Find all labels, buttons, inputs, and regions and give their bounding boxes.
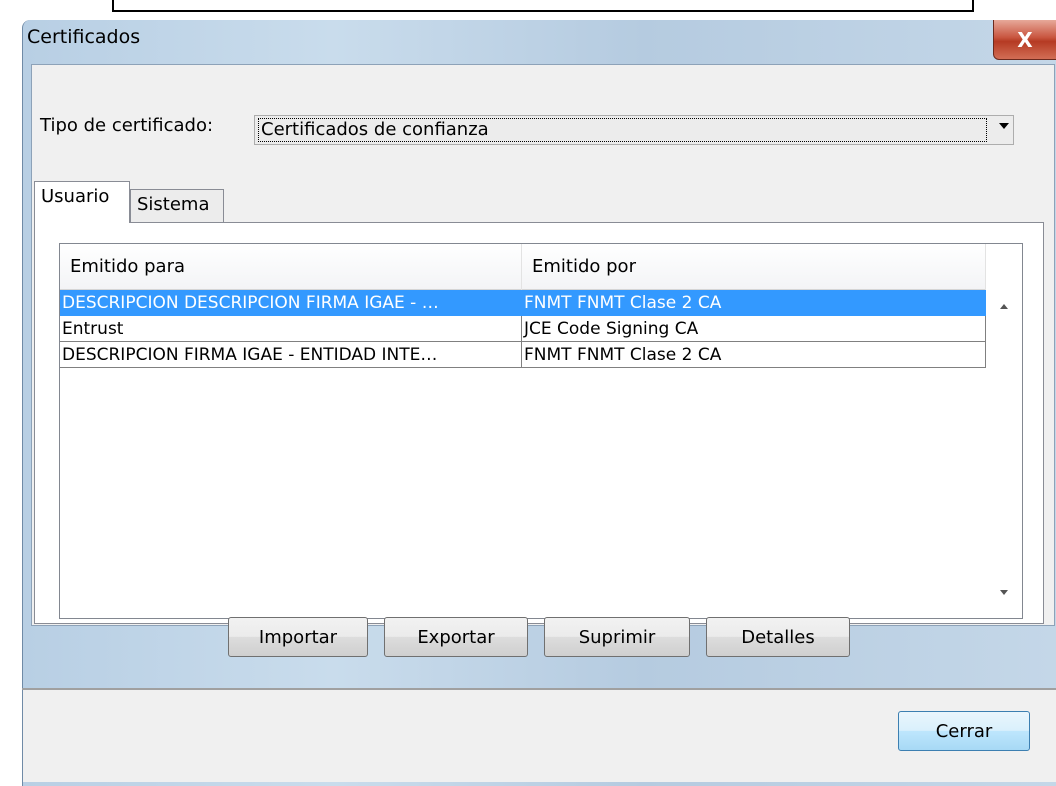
tab-sistema[interactable]: Sistema [130, 189, 224, 223]
import-button[interactable]: Importar [228, 617, 368, 657]
top-frame-remnant [112, 0, 974, 12]
tab-usuario[interactable]: Usuario [34, 181, 130, 223]
certificate-type-select[interactable]: Certificados de confianza [254, 115, 1014, 145]
close-window-button[interactable]: X [993, 20, 1056, 60]
column-header-emitido-para[interactable]: Emitido para [60, 244, 522, 290]
window-title: Certificados [27, 26, 141, 48]
cell-emitido-para: Entrust [60, 316, 522, 342]
certificate-type-label: Tipo de certificado: [40, 115, 214, 136]
table-row[interactable]: DESCRIPCION FIRMA IGAE - ENTIDAD INTE… F… [60, 342, 986, 368]
table-row[interactable]: Entrust JCE Code Signing CA [60, 316, 986, 342]
table-header: Emitido para Emitido por [60, 244, 986, 290]
table-row[interactable]: DESCRIPCION DESCRIPCION FIRMA IGAE - … F… [60, 290, 986, 316]
chevron-down-icon [999, 123, 1009, 129]
cell-emitido-por: FNMT FNMT Clase 2 CA [522, 342, 986, 368]
cell-emitido-para: DESCRIPCION DESCRIPCION FIRMA IGAE - … [60, 290, 522, 316]
certificates-table: Emitido para Emitido por DESCRIPCION DES… [59, 243, 1023, 619]
scroll-up-icon[interactable] [1000, 304, 1008, 309]
tab-panel-usuario: Emitido para Emitido por DESCRIPCION DES… [34, 222, 1044, 624]
title-bar: Certificados X [23, 20, 1056, 64]
delete-button[interactable]: Suprimir [544, 617, 690, 657]
cell-emitido-por: FNMT FNMT Clase 2 CA [522, 290, 986, 316]
column-header-emitido-por[interactable]: Emitido por [522, 244, 986, 290]
close-icon: X [1017, 27, 1033, 52]
cell-emitido-para: DESCRIPCION FIRMA IGAE - ENTIDAD INTE… [60, 342, 522, 368]
cell-emitido-por: JCE Code Signing CA [522, 316, 986, 342]
vertical-scrollbar[interactable] [986, 244, 1022, 618]
certificates-dialog: Certificados X Tipo de certificado: Cert… [22, 20, 1056, 786]
scroll-down-icon[interactable] [1000, 590, 1008, 595]
export-button[interactable]: Exportar [384, 617, 528, 657]
certificate-type-value: Certificados de confianza [258, 118, 987, 142]
details-button[interactable]: Detalles [706, 617, 850, 657]
close-button[interactable]: Cerrar [898, 711, 1030, 751]
dialog-content: Tipo de certificado: Certificados de con… [31, 64, 1055, 626]
